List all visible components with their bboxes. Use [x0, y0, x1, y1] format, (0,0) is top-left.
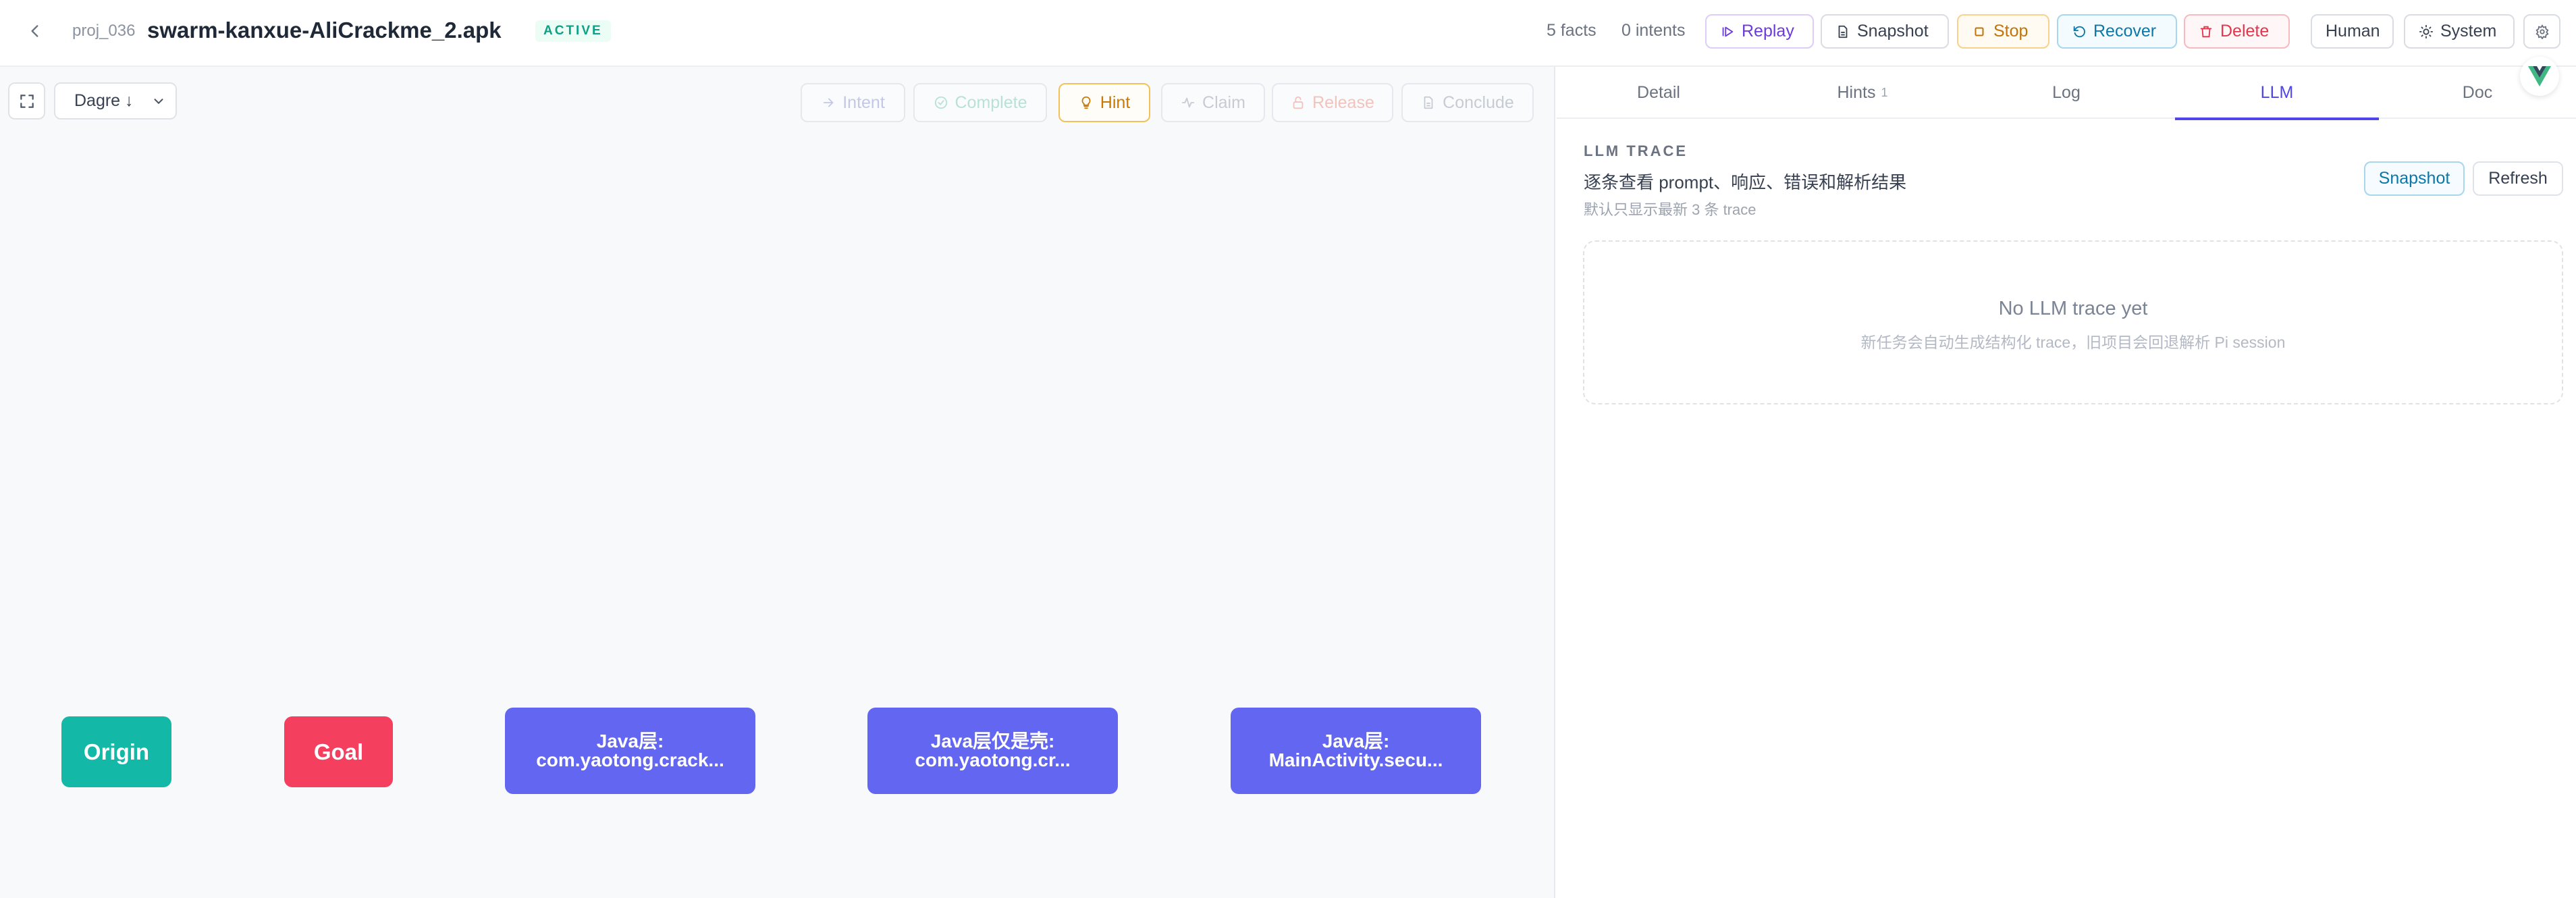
layout-select-value: Dagre ↓: [74, 91, 134, 110]
lock-open-icon: [1293, 96, 1304, 109]
conclude-button[interactable]: Conclude: [1401, 83, 1534, 122]
tab-hints[interactable]: Hints 1: [1761, 67, 1964, 119]
recover-button[interactable]: Recover: [2057, 14, 2177, 49]
settings-button[interactable]: [2523, 14, 2560, 49]
complete-button[interactable]: Complete: [913, 83, 1047, 122]
claim-button[interactable]: Claim: [1161, 83, 1265, 122]
stop-label: Stop: [1993, 22, 2029, 41]
top-header: proj_036 swarm-kanxue-AliCrackme_2.apk A…: [0, 0, 2576, 67]
trace-snapshot-button[interactable]: Snapshot: [2364, 161, 2465, 196]
graph-node-fact[interactable]: Java层仅是壳: com.yaotong.cr...: [867, 708, 1118, 794]
human-label: Human: [2326, 22, 2380, 41]
project-title: swarm-kanxue-AliCrackme_2.apk: [147, 18, 502, 43]
vue-logo-icon: [2528, 66, 2551, 86]
hint-label: Hint: [1100, 93, 1131, 112]
empty-state: No LLM trace yet 新任务会自动生成结构化 trace，旧项目会回…: [1583, 240, 2563, 404]
stop-square-icon: [1975, 26, 1984, 36]
panel-tabs: Detail Hints 1 Log LLM Doc: [1557, 67, 2576, 120]
section-description: 逐条查看 prompt、响应、错误和解析结果: [1584, 172, 1907, 192]
graph-node-fact[interactable]: Java层: com.yaotong.crack...: [505, 708, 755, 794]
section-label: LLM TRACE: [1584, 142, 1688, 159]
tab-llm-label: LLM: [2260, 83, 2294, 102]
stop-button[interactable]: Stop: [1957, 14, 2049, 49]
tab-hints-label: Hints: [1837, 83, 1876, 102]
tab-doc-label: Doc: [2462, 83, 2493, 102]
intent-button[interactable]: Intent: [801, 83, 905, 122]
snapshot-label: Snapshot: [1857, 22, 1929, 41]
hints-count-badge: 1: [1881, 86, 1888, 99]
system-button[interactable]: System: [2404, 14, 2515, 49]
tab-detail[interactable]: Detail: [1557, 67, 1761, 119]
tab-log[interactable]: Log: [1964, 67, 2168, 119]
tab-llm[interactable]: LLM: [2175, 67, 2379, 120]
status-badge: ACTIVE: [535, 20, 611, 42]
arrow-right-icon: [823, 98, 834, 107]
document-icon: [1838, 25, 1848, 38]
vue-devtools-icon[interactable]: [2520, 57, 2559, 96]
graph-node-fact[interactable]: Java层: MainActivity.secu...: [1231, 708, 1481, 794]
tab-log-label: Log: [2052, 83, 2081, 102]
fit-view-button[interactable]: [8, 82, 45, 120]
document-icon: [1424, 96, 1433, 109]
hint-button[interactable]: Hint: [1058, 83, 1150, 122]
sun-icon: [2419, 24, 2434, 38]
delete-button[interactable]: Delete: [2184, 14, 2290, 49]
project-id: proj_036: [72, 22, 136, 40]
system-label: System: [2440, 22, 2497, 41]
conclude-label: Conclude: [1443, 93, 1514, 112]
chevron-left-icon: [31, 25, 38, 37]
intent-label: Intent: [842, 93, 885, 112]
tab-detail-label: Detail: [1637, 83, 1680, 102]
chevron-down-icon: [154, 98, 163, 104]
expand-icon: [20, 94, 34, 108]
release-label: Release: [1312, 93, 1374, 112]
refresh-button[interactable]: Refresh: [2473, 161, 2563, 196]
section-subtext: 默认只显示最新 3 条 trace: [1584, 201, 1756, 218]
back-button[interactable]: [20, 16, 50, 46]
facts-count: 5 facts: [1547, 21, 1596, 40]
delete-label: Delete: [2220, 22, 2270, 41]
release-button[interactable]: Release: [1272, 83, 1393, 122]
graph-node-origin[interactable]: Origin: [61, 716, 171, 787]
empty-state-subtitle: 新任务会自动生成结构化 trace，旧项目会回退解析 Pi session: [1860, 334, 2286, 351]
gear-icon: [2535, 24, 2549, 39]
graph-node-goal[interactable]: Goal: [284, 716, 393, 787]
layout-select[interactable]: Dagre ↓: [54, 82, 177, 120]
check-circle-icon: [934, 96, 947, 109]
trash-icon: [2200, 26, 2212, 37]
activity-icon: [1181, 97, 1195, 108]
play-icon: [1722, 26, 1734, 36]
intents-count: 0 intents: [1621, 21, 1686, 40]
claim-label: Claim: [1202, 93, 1245, 112]
snapshot-button[interactable]: Snapshot: [1821, 14, 1949, 49]
graph-canvas[interactable]: Dagre ↓ Intent Complete Hint Claim Relea…: [0, 67, 1555, 898]
side-panel: Detail Hints 1 Log LLM Doc LLM TRACE 逐条查…: [1557, 67, 2576, 898]
replay-label: Replay: [1742, 22, 1794, 41]
rotate-ccw-icon: [2073, 26, 2085, 37]
replay-button[interactable]: Replay: [1705, 14, 1814, 49]
lightbulb-icon: [1081, 96, 1091, 109]
human-button[interactable]: Human: [2311, 14, 2394, 49]
empty-state-title: No LLM trace yet: [1998, 298, 2148, 319]
recover-label: Recover: [2093, 22, 2157, 41]
complete-label: Complete: [955, 93, 1027, 112]
